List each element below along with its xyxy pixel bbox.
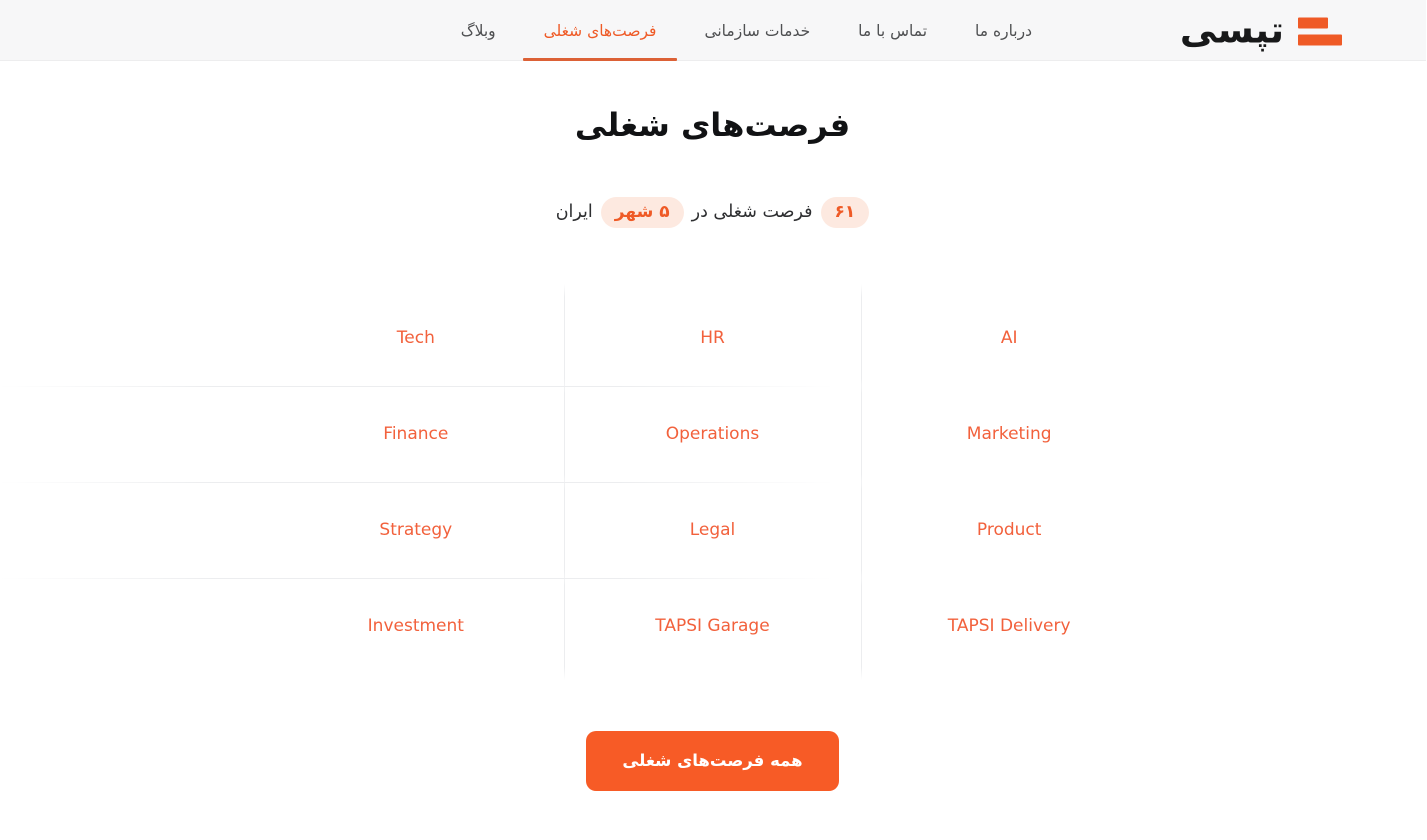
jobs-summary: ۶۱ فرصت شغلی در ۵ شهر ایران: [0, 197, 1427, 228]
nav-item-blog[interactable]: وبلاگ: [438, 0, 521, 61]
main-content: فرصت‌های شغلی ۶۱ فرصت شغلی در ۵ شهر ایرا…: [0, 61, 1427, 791]
tapsi-logo-bars-icon: [1299, 17, 1343, 45]
jobs-count-badge: ۶۱: [821, 197, 871, 228]
jobs-summary-middle-text: فرصت شغلی در: [692, 202, 814, 223]
nav-item-careers[interactable]: فرصت‌های شغلی: [521, 0, 682, 61]
category-cell-product[interactable]: Product: [861, 475, 1159, 584]
cities-count-badge: ۵ شهر: [601, 197, 685, 228]
nav-item-about[interactable]: درباره ما: [952, 0, 1057, 61]
page-title: فرصت‌های شغلی: [575, 106, 852, 144]
category-cell-finance[interactable]: Finance: [0, 385, 835, 482]
cta-wrapper: همه فرصت‌های شغلی: [0, 730, 1427, 791]
category-cell-investment[interactable]: Investment: [0, 577, 835, 674]
nav-item-contact-label: تماس با ما: [859, 21, 929, 40]
category-cell-tapsi-delivery[interactable]: TAPSI Delivery: [861, 571, 1159, 680]
site-header: تپسی درباره ما تماس با ما خدمات سازمانی …: [0, 0, 1427, 61]
nav-item-contact[interactable]: تماس با ما: [835, 0, 952, 61]
jobs-summary-tail-text: ایران: [556, 202, 594, 223]
category-cell-operations[interactable]: Operations: [565, 379, 862, 488]
nav-item-blog-label: وبلاگ: [461, 21, 497, 40]
category-cell-tech[interactable]: Tech: [269, 290, 566, 386]
all-jobs-button[interactable]: همه فرصت‌های شغلی: [587, 730, 840, 791]
category-cell-legal[interactable]: Legal: [565, 475, 862, 584]
nav-item-business-services[interactable]: خدمات سازمانی: [681, 0, 835, 61]
category-cell-hr[interactable]: HR: [565, 283, 862, 392]
nav-item-careers-label: فرصت‌های شغلی: [544, 21, 658, 40]
tapsi-logo[interactable]: تپسی: [1181, 12, 1343, 49]
category-grid-wrapper: Tech HR AI Finance Operations Marketing …: [0, 283, 1427, 680]
logo-wordmark: تپسی: [1180, 8, 1286, 52]
logo-bar-top-icon: [1299, 17, 1329, 28]
category-cell-marketing[interactable]: Marketing: [861, 379, 1159, 488]
category-cell-strategy[interactable]: Strategy: [0, 481, 835, 578]
primary-navigation: درباره ما تماس با ما خدمات سازمانی فرصت‌…: [438, 0, 1057, 61]
category-cell-tapsi-garage[interactable]: TAPSI Garage: [565, 571, 862, 680]
nav-item-business-services-label: خدمات سازمانی: [705, 21, 812, 40]
category-grid: Tech HR AI Finance Operations Marketing …: [0, 283, 1159, 680]
category-cell-ai[interactable]: AI: [861, 283, 1159, 392]
nav-item-about-label: درباره ما: [976, 21, 1033, 40]
logo-bar-bottom-icon: [1299, 34, 1343, 45]
